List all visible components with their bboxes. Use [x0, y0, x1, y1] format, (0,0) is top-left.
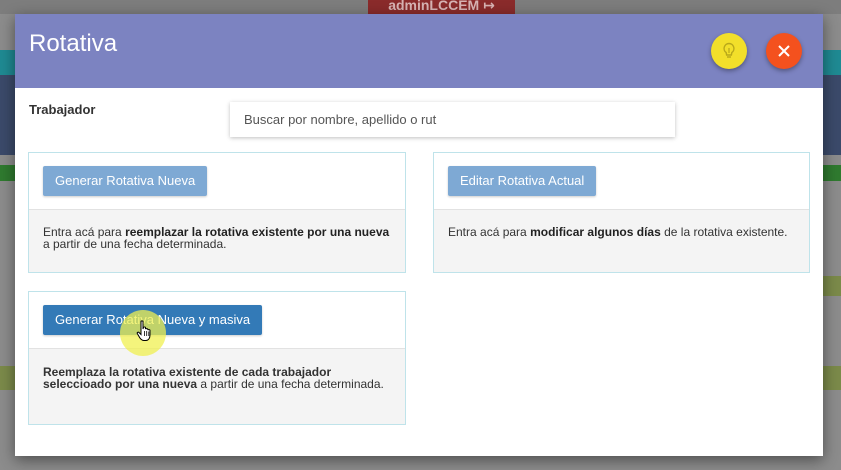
card-header: Generar Rotativa Nueva	[29, 153, 405, 210]
close-button[interactable]	[766, 33, 802, 69]
background-strip	[823, 50, 841, 75]
background-strip	[823, 276, 841, 296]
background-strip	[0, 75, 15, 155]
background-strip	[823, 165, 841, 181]
lightbulb-icon	[723, 42, 735, 58]
card-header: Generar Rotativa Nueva y masiva	[29, 292, 405, 349]
background-strip	[0, 50, 15, 75]
worker-label: Trabajador	[29, 102, 96, 117]
hand-cursor-icon	[136, 320, 151, 341]
description-text: Entra acá para	[448, 225, 531, 239]
edit-current-rotativa-button[interactable]: Editar Rotativa Actual	[448, 166, 597, 196]
hint-button[interactable]	[711, 33, 747, 69]
description-text: de la rotativa existente.	[660, 225, 788, 239]
generate-new-rotativa-button[interactable]: Generar Rotativa Nueva	[43, 166, 208, 196]
card-description: Entra acá para modificar algunos días de…	[434, 209, 809, 272]
description-text: a partir de una fecha determinada.	[197, 377, 384, 391]
card-mass-rotativa: Generar Rotativa Nueva y masiva Reemplaz…	[28, 291, 406, 425]
card-edit-rotativa: Editar Rotativa Actual Entra acá para mo…	[433, 152, 810, 273]
background-strip	[0, 165, 15, 181]
worker-search-input[interactable]	[230, 102, 675, 137]
background-strip	[823, 75, 841, 155]
card-description: Entra acá para reemplazar la rotativa ex…	[29, 209, 405, 272]
rotativa-modal: Rotativa Trabajador Generar Rotativa Nue…	[15, 14, 823, 456]
background-strip	[823, 366, 841, 390]
background-user-button: adminLCCEM ↦	[368, 0, 515, 14]
card-header: Editar Rotativa Actual	[434, 153, 809, 210]
close-icon	[778, 45, 790, 57]
card-new-rotativa: Generar Rotativa Nueva Entra acá para re…	[28, 152, 406, 273]
modal-title: Rotativa	[29, 30, 118, 57]
description-text: a partir de una fecha determinada.	[43, 237, 227, 251]
background-strip	[0, 366, 15, 390]
modal-header: Rotativa	[15, 14, 823, 88]
card-description: Reemplaza la rotativa existente de cada …	[29, 348, 405, 424]
description-emphasis: modificar algunos días	[530, 225, 661, 239]
